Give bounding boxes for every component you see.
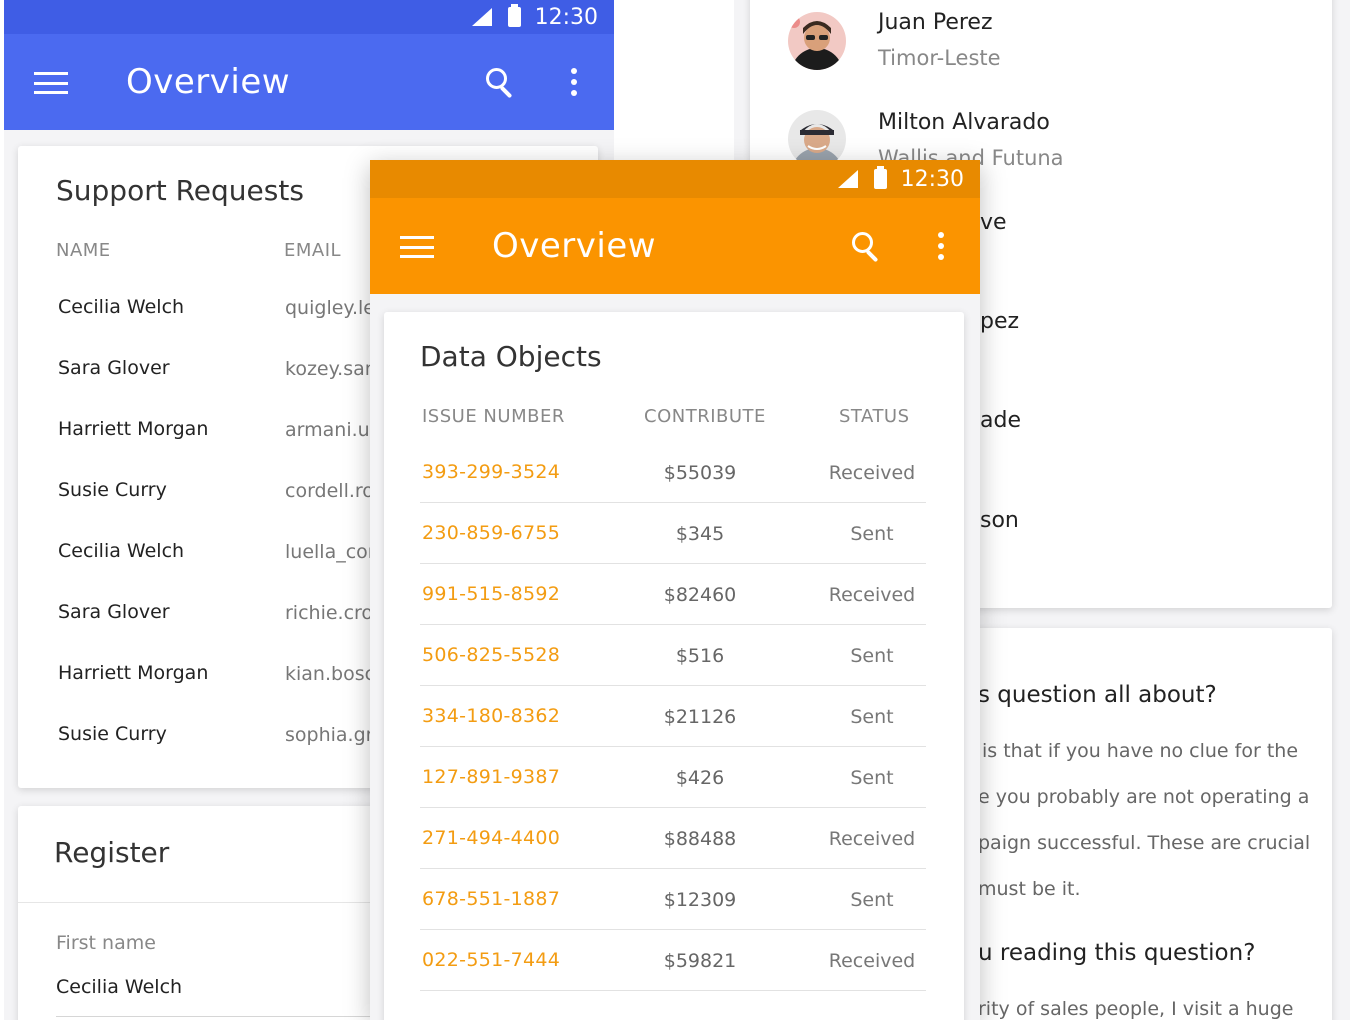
status-bar: 12:30 xyxy=(4,0,614,34)
battery-icon xyxy=(873,166,887,189)
table-row[interactable]: 393-299-3524 $55039 Received xyxy=(420,442,926,503)
contribute-amount: $82460 xyxy=(663,584,737,606)
row-email: quigley.le xyxy=(285,297,375,319)
table-row[interactable]: 127-891-9387 $426 Sent xyxy=(420,747,926,808)
toolbar-title: Overview xyxy=(126,62,291,102)
row-email: armani.up xyxy=(285,419,382,441)
row-name: Susie Curry xyxy=(58,723,167,745)
table-row[interactable]: 991-515-8592 $82460 Received xyxy=(420,564,926,625)
contact-name-partial[interactable]: son xyxy=(980,508,1019,533)
table-row[interactable]: 678-551-1887 $12309 Sent xyxy=(420,869,926,930)
column-header-email[interactable]: EMAIL xyxy=(284,240,341,261)
contribute-amount: $59821 xyxy=(663,950,737,972)
first-name-label: First name xyxy=(56,932,156,954)
issue-number-link[interactable]: 022-551-7444 xyxy=(422,930,560,990)
status-text: Sent xyxy=(850,706,894,728)
status-text: Sent xyxy=(850,523,894,545)
row-email: richie.cro xyxy=(285,602,374,624)
signal-icon xyxy=(471,8,492,26)
card-title: Support Requests xyxy=(56,174,304,207)
menu-icon[interactable] xyxy=(34,72,68,94)
column-header-contribute[interactable]: CONTRIBUTE xyxy=(644,406,766,427)
table-row[interactable]: 334-180-8362 $21126 Sent xyxy=(420,686,926,747)
card-title: Data Objects xyxy=(420,340,602,373)
faq-text-line: must be it. xyxy=(978,878,1081,900)
faq-heading: u reading this question? xyxy=(978,940,1256,966)
menu-icon[interactable] xyxy=(400,236,434,258)
row-email: kozey.san xyxy=(285,358,377,380)
contribute-amount: $345 xyxy=(675,523,725,545)
faq-text-line: e you probably are not operating a xyxy=(978,786,1310,808)
status-text: Received xyxy=(828,584,916,606)
table-row[interactable]: 271-494-4400 $88488 Received xyxy=(420,808,926,869)
issue-number-link[interactable]: 271-494-4400 xyxy=(422,808,560,868)
card-title: Register xyxy=(54,836,170,869)
faq-text-line: paign successful. These are crucial xyxy=(978,832,1311,854)
contact-name[interactable]: Milton Alvarado xyxy=(878,110,1050,135)
row-name: Harriett Morgan xyxy=(58,662,209,684)
status-text: Received xyxy=(828,828,916,850)
row-name: Sara Glover xyxy=(58,357,170,379)
issue-number-link[interactable]: 991-515-8592 xyxy=(422,564,560,624)
row-name: Cecilia Welch xyxy=(58,296,185,318)
issue-number-link[interactable]: 393-299-3524 xyxy=(422,442,560,502)
issue-number-link[interactable]: 506-825-5528 xyxy=(422,625,560,685)
issue-number-link[interactable]: 678-551-1887 xyxy=(422,869,560,929)
issue-number-link[interactable]: 230-859-6755 xyxy=(422,503,560,563)
first-name-input[interactable]: Cecilia Welch xyxy=(56,976,182,998)
signal-icon xyxy=(837,170,858,188)
contact-country: Timor-Leste xyxy=(878,46,1001,70)
faq-text-line: is that if you have no clue for the xyxy=(982,740,1299,762)
issue-number-link[interactable]: 334-180-8362 xyxy=(422,686,560,746)
contribute-amount: $426 xyxy=(675,767,725,789)
status-text: Received xyxy=(828,950,916,972)
contribute-amount: $21126 xyxy=(663,706,737,728)
row-email: kian.bosc xyxy=(285,663,376,685)
status-time: 12:30 xyxy=(534,4,598,30)
contribute-amount: $55039 xyxy=(663,462,737,484)
table-row[interactable]: 022-551-7444 $59821 Received xyxy=(420,930,926,991)
app-toolbar: Overview xyxy=(4,34,614,130)
contribute-amount: $12309 xyxy=(663,889,737,911)
contact-name-partial[interactable]: pez xyxy=(980,309,1019,334)
status-bar: 12:30 xyxy=(370,160,980,198)
table-row[interactable]: 230-859-6755 $345 Sent xyxy=(420,503,926,564)
row-name: Harriett Morgan xyxy=(58,418,209,440)
issue-number-link[interactable]: 127-891-9387 xyxy=(422,747,560,807)
status-text: Sent xyxy=(850,645,894,667)
contact-name[interactable]: Juan Perez xyxy=(878,10,993,35)
app-toolbar: Overview xyxy=(370,198,980,294)
battery-icon xyxy=(507,4,521,27)
more-vert-icon[interactable] xyxy=(571,68,579,98)
row-email: cordell.ro xyxy=(285,480,374,502)
avatar-juan-perez[interactable] xyxy=(788,12,846,70)
faq-text-line: rity of sales people, I visit a huge xyxy=(978,998,1294,1020)
data-objects-card: Data Objects ISSUE NUMBER CONTRIBUTE STA… xyxy=(384,312,964,1020)
data-objects-phone-screen: 12:30 Overview Data Objects ISSUE NUMBER… xyxy=(370,160,980,1020)
toolbar-title: Overview xyxy=(492,226,657,266)
row-name: Sara Glover xyxy=(58,601,170,623)
table-row[interactable]: 506-825-5528 $516 Sent xyxy=(420,625,926,686)
row-name: Cecilia Welch xyxy=(58,540,185,562)
row-name: Susie Curry xyxy=(58,479,167,501)
faq-heading: s question all about? xyxy=(978,682,1217,708)
column-header-issue-number[interactable]: ISSUE NUMBER xyxy=(422,406,565,427)
row-email: luella_cor xyxy=(285,541,376,563)
contribute-amount: $516 xyxy=(675,645,725,667)
status-time: 12:30 xyxy=(900,166,964,192)
status-text: Sent xyxy=(850,889,894,911)
column-header-name[interactable]: NAME xyxy=(56,240,111,261)
contact-name-partial[interactable]: ade xyxy=(980,408,1021,433)
status-text: Received xyxy=(828,462,916,484)
status-text: Sent xyxy=(850,767,894,789)
column-header-status[interactable]: STATUS xyxy=(839,406,910,427)
search-icon[interactable] xyxy=(484,66,518,100)
more-vert-icon[interactable] xyxy=(938,232,946,262)
contribute-amount: $88488 xyxy=(663,828,737,850)
search-icon[interactable] xyxy=(850,230,884,264)
row-email: sophia.gr xyxy=(285,724,374,746)
contact-name-partial[interactable]: ve xyxy=(980,210,1007,235)
